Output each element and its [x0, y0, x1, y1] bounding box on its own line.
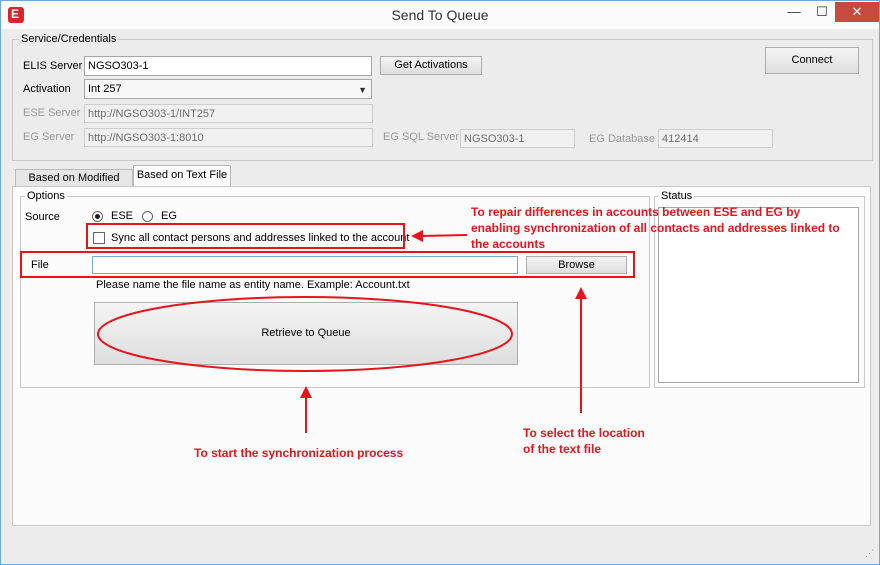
- browse-annotation-line-1: To select the location: [523, 426, 645, 440]
- sync-annotation: To repair differences in accounts betwee…: [471, 204, 840, 252]
- annotation-overlay: [97, 230, 587, 433]
- start-annotation: To start the synchronization process: [194, 446, 404, 460]
- sync-annotation-line-2: enabling synchronization of all contacts…: [471, 221, 840, 235]
- sync-annotation-line-3: the accounts: [471, 237, 546, 251]
- browse-annotation: To select the location of the text file: [523, 425, 645, 457]
- retrieve-arrow-head: [300, 386, 312, 398]
- browse-annotation-line-2: of the text file: [523, 442, 602, 456]
- sync-arrow-head: [411, 230, 423, 242]
- retrieve-highlight-ellipse: [97, 296, 513, 372]
- sync-arrow-line: [420, 234, 468, 237]
- send-to-queue-window: E Send To Queue — ☐ ✕ Service/Credential…: [0, 0, 880, 565]
- sync-annotation-line-1: To repair differences in accounts betwee…: [471, 205, 801, 219]
- resize-grip-icon[interactable]: ⋰: [865, 548, 874, 559]
- browse-arrow-head: [575, 287, 587, 299]
